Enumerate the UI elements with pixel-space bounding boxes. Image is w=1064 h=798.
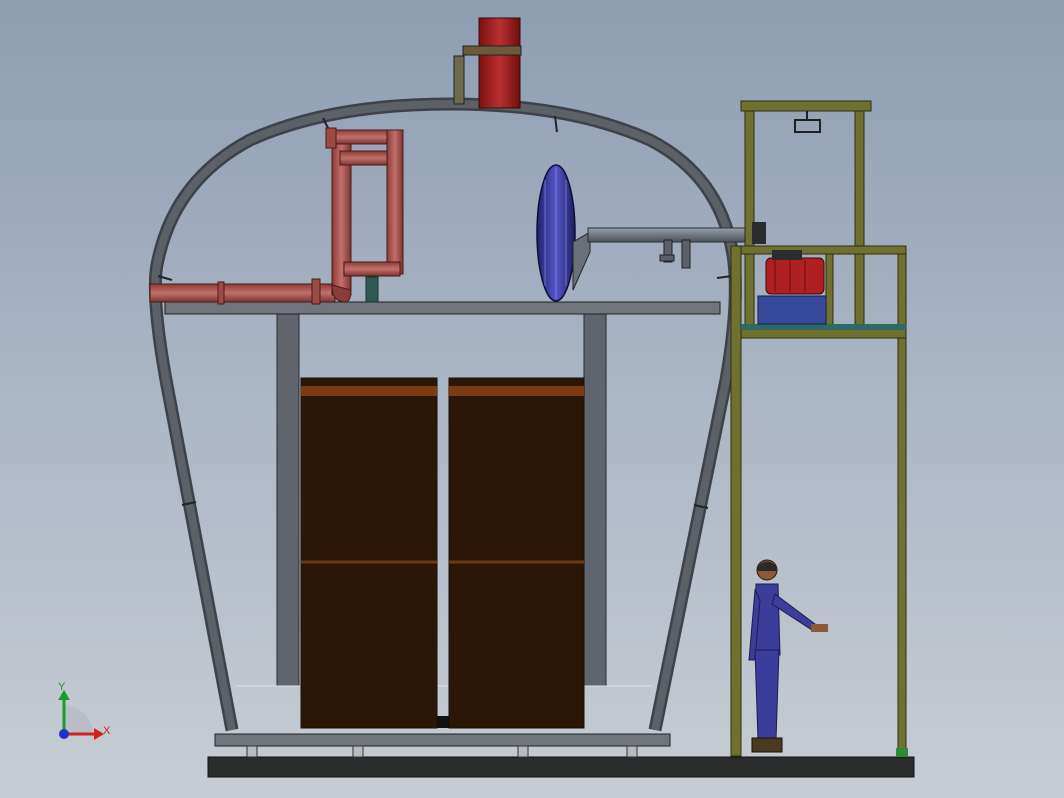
z-axis-dot [59,729,69,739]
bulb-frame-outer [148,97,742,732]
tower-deck [741,324,906,330]
upper-deck [164,301,721,315]
assembly-model: Y X [58,17,915,778]
skid-beam [214,733,671,747]
stack-bracket [453,55,465,105]
fan-hub [572,231,591,291]
stack-clamp [462,45,522,56]
pipe-assembly [149,127,404,305]
exhaust-stack [478,17,521,109]
worker-figure [748,559,828,753]
panel-right [448,377,585,729]
motor-base [757,295,827,325]
skid-feet [246,745,638,758]
axes-triad [58,690,104,740]
panel-gap [437,716,449,728]
drive-coupling [752,222,766,244]
tower-foot [896,748,908,757]
support-column-right [583,313,607,687]
ground-base [207,756,915,778]
hoist-trolley [794,111,821,133]
motor-mount [772,250,802,260]
bulb-frame-inner [151,100,740,731]
y-axis-label: Y [58,681,66,693]
x-axis-label: X [103,725,111,737]
pipe-support [365,276,379,303]
panel-left [300,377,438,729]
support-column-left [276,313,300,687]
shaft-bracket [659,239,691,269]
cad-viewport[interactable]: Y X [0,0,1064,798]
